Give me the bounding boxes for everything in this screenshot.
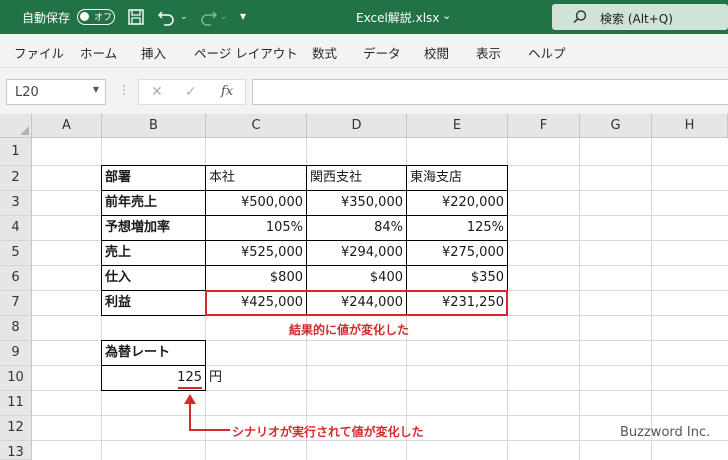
column-header-f[interactable]: F — [508, 114, 580, 138]
cell-c3[interactable]: ¥500,000 — [206, 191, 306, 216]
menu-formulas[interactable]: 数式 — [312, 43, 337, 62]
worksheet-grid[interactable]: A B C D E F G H 1 2 3 4 5 6 7 8 9 10 11 … — [0, 114, 728, 460]
row-header-1[interactable]: 1 — [0, 138, 32, 166]
cell-b9[interactable]: 為替レート — [102, 341, 205, 366]
cell-c4[interactable]: 105% — [206, 216, 306, 241]
cell-b6[interactable]: 仕入 — [102, 266, 205, 291]
menu-home[interactable]: ホーム — [80, 43, 117, 62]
menu-help[interactable]: ヘルプ — [528, 43, 566, 62]
name-box-dropdown-icon[interactable]: ▼ — [93, 85, 99, 94]
menu-file[interactable]: ファイル — [14, 43, 64, 62]
undo-dropdown-icon[interactable]: ⌄ — [180, 12, 188, 30]
search-label: 検索 (Alt+Q) — [600, 12, 673, 26]
enter-icon[interactable]: ✓ — [185, 84, 197, 100]
cell-c6[interactable]: $800 — [206, 266, 306, 291]
title-bar: 自動保存 オフ ⌄ ⌄ ▾ Excel解説.xlsx ⌄ 検索 (Alt+Q) — [0, 0, 728, 34]
cell-b4[interactable]: 予想増加率 — [102, 216, 205, 241]
more-options-icon[interactable]: ⋮ — [118, 83, 130, 97]
row-header-6[interactable]: 6 — [0, 266, 32, 291]
autosave-toggle[interactable]: オフ — [77, 9, 115, 25]
cell-e2[interactable]: 東海支店 — [407, 166, 507, 191]
cell-b2[interactable]: 部署 — [102, 166, 205, 191]
row-header-2[interactable]: 2 — [0, 166, 32, 191]
ribbon-menu: ファイル ホーム 挿入 ページ レイアウト 数式 データ 校閲 表示 ヘルプ — [0, 34, 728, 68]
cell-b3[interactable]: 前年売上 — [102, 191, 205, 216]
column-header-e[interactable]: E — [407, 114, 508, 138]
toggle-knob — [80, 12, 89, 21]
cell-c10[interactable]: 円 — [206, 366, 246, 391]
cell-d3[interactable]: ¥350,000 — [307, 191, 406, 216]
title-chevron-down-icon[interactable]: ⌄ — [442, 9, 451, 27]
search-box[interactable]: 検索 (Alt+Q) — [552, 4, 728, 30]
column-header-g[interactable]: G — [580, 114, 652, 138]
row-header-4[interactable]: 4 — [0, 216, 32, 241]
formula-tools: ✕ ✓ fx — [138, 79, 246, 105]
menu-review[interactable]: 校閲 — [424, 43, 449, 62]
row-header-3[interactable]: 3 — [0, 191, 32, 216]
scenario-annotation: シナリオが実行されて値が変化した — [232, 425, 424, 439]
document-title[interactable]: Excel解説.xlsx — [356, 9, 439, 26]
autosave-label: 自動保存 — [22, 11, 71, 25]
cell-d4[interactable]: 84% — [307, 216, 406, 241]
insert-function-icon[interactable]: fx — [221, 84, 233, 99]
cell-e5[interactable]: ¥275,000 — [407, 241, 507, 266]
row-header-10[interactable]: 10 — [0, 366, 32, 391]
name-box-value: L20 — [15, 85, 39, 100]
cell-b7[interactable]: 利益 — [102, 291, 205, 316]
row-header-13[interactable]: 13 — [0, 441, 32, 460]
redo-dropdown-icon[interactable]: ⌄ — [220, 12, 228, 30]
row-header-11[interactable]: 11 — [0, 391, 32, 416]
cell-e6[interactable]: $350 — [407, 266, 507, 291]
row-header-7[interactable]: 7 — [0, 291, 32, 316]
menu-page-layout[interactable]: ページ レイアウト — [194, 43, 298, 62]
cell-e3[interactable]: ¥220,000 — [407, 191, 507, 216]
cancel-icon[interactable]: ✕ — [151, 84, 163, 100]
row-header-5[interactable]: 5 — [0, 241, 32, 266]
row-header-12[interactable]: 12 — [0, 416, 32, 441]
column-header-c[interactable]: C — [206, 114, 307, 138]
cell-e4[interactable]: 125% — [407, 216, 507, 241]
cell-d5[interactable]: ¥294,000 — [307, 241, 406, 266]
profit-highlight-box — [205, 290, 508, 316]
arrow-icon — [184, 394, 230, 431]
cell-c2[interactable]: 本社 — [206, 166, 306, 191]
column-header-b[interactable]: B — [102, 114, 206, 138]
search-icon — [572, 9, 588, 29]
rate-underline — [178, 387, 202, 389]
column-header-d[interactable]: D — [307, 114, 407, 138]
menu-insert[interactable]: 挿入 — [141, 43, 166, 62]
column-header-a[interactable]: A — [32, 114, 102, 138]
watermark: Buzzword Inc. — [620, 425, 711, 440]
cell-d2[interactable]: 関西支社 — [307, 166, 406, 191]
menu-view[interactable]: 表示 — [476, 43, 501, 62]
row-header-9[interactable]: 9 — [0, 341, 32, 366]
redo-icon[interactable] — [198, 8, 218, 26]
cell-b5[interactable]: 売上 — [102, 241, 205, 266]
result-annotation: 結果的に値が変化した — [289, 323, 410, 337]
menu-data[interactable]: データ — [363, 43, 401, 62]
customize-qat-icon[interactable]: ▾ — [240, 9, 246, 27]
cell-d6[interactable]: $400 — [307, 266, 406, 291]
name-box[interactable]: L20 ▼ — [6, 79, 106, 105]
autosave-state: オフ — [94, 13, 113, 23]
save-icon[interactable] — [127, 8, 145, 26]
row-header-8[interactable]: 8 — [0, 316, 32, 341]
column-header-h[interactable]: H — [652, 114, 728, 138]
formula-input[interactable] — [252, 79, 728, 105]
undo-icon[interactable] — [157, 8, 177, 26]
cell-c5[interactable]: ¥525,000 — [206, 241, 306, 266]
formula-bar: L20 ▼ ⋮ ✕ ✓ fx — [0, 68, 728, 114]
select-all-button[interactable] — [0, 114, 32, 138]
